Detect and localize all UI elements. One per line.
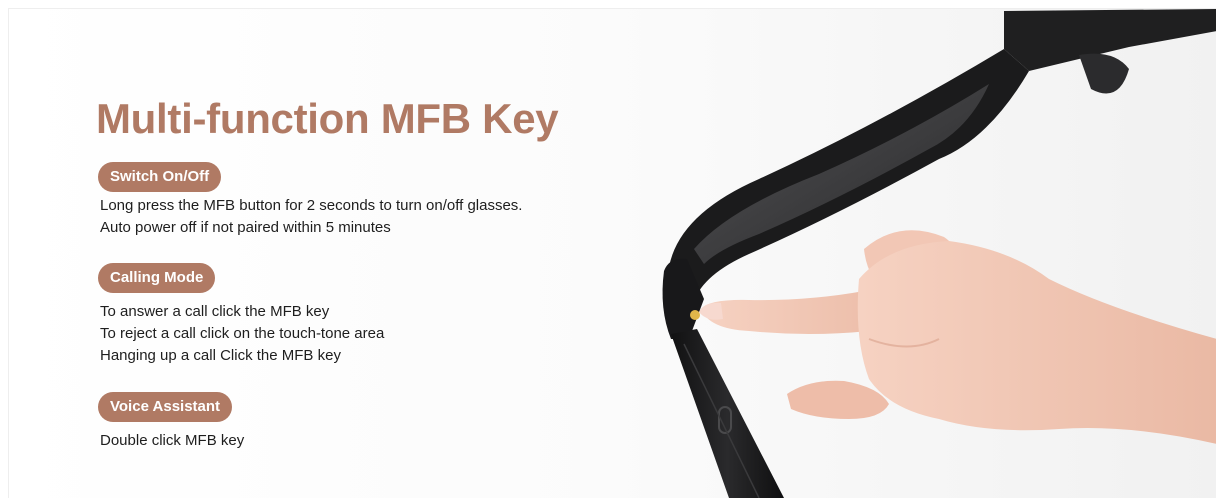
section-badge-switch-on-off: Switch On/Off [98, 162, 222, 192]
description-line: Auto power off if not paired within 5 mi… [100, 219, 391, 236]
section-description-calling-mode: To answer a call click the MFB key To re… [100, 301, 384, 367]
glasses-temple-arm [671, 329, 784, 498]
section-badge-voice-assistant: Voice Assistant [98, 392, 233, 422]
glasses-hand-illustration [662, 9, 1216, 498]
description-line: Hanging up a call Click the MFB key [100, 347, 341, 364]
section-description-switch-on-off: Long press the MFB button for 2 seconds … [100, 195, 522, 239]
page-title: Multi-function MFB Key [96, 95, 559, 142]
palm-and-wrist [857, 241, 1216, 444]
description-line: Long press the MFB button for 2 seconds … [100, 197, 523, 214]
description-line: Double click MFB key [100, 432, 245, 449]
fingernail [699, 302, 723, 320]
mfb-key-icon [690, 310, 700, 320]
description-line: To answer a call click the MFB key [100, 303, 330, 320]
hand [699, 230, 1216, 444]
nose-pad [1079, 53, 1129, 94]
curled-fingers [787, 380, 889, 419]
feature-banner: Multi-function MFB Key Switch On/Off Lon… [8, 8, 1216, 498]
description-line: To reject a call click on the touch-tone… [100, 325, 385, 342]
section-badge-calling-mode: Calling Mode [98, 263, 216, 293]
glasses-lens [694, 84, 989, 264]
section-description-voice-assistant: Double click MFB key [100, 430, 244, 452]
